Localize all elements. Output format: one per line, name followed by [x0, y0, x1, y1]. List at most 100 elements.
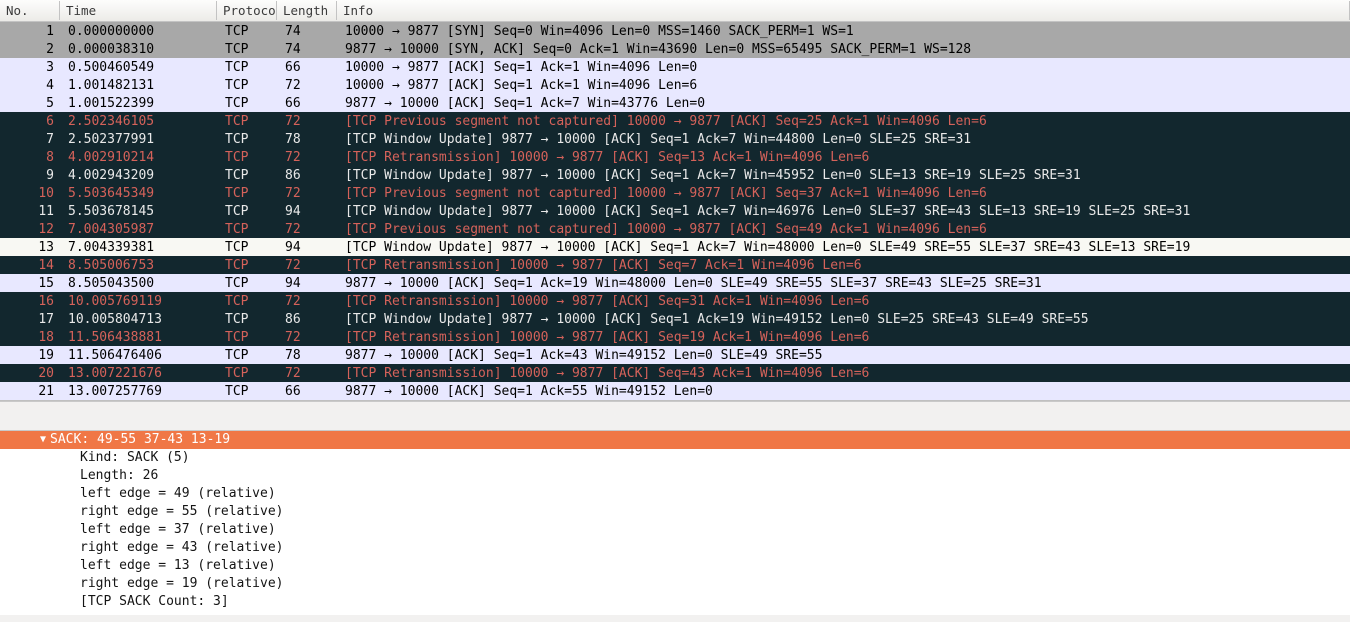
cell-no: 16: [2, 294, 62, 309]
cell-info: [TCP Window Update] 9877 → 10000 [ACK] S…: [339, 204, 1350, 219]
packet-row[interactable]: 1811.506438881TCP72[TCP Retransmission] …: [0, 328, 1350, 346]
cell-info: [TCP Window Update] 9877 → 10000 [ACK] S…: [339, 240, 1350, 255]
packet-row[interactable]: 30.500460549TCP6610000 → 9877 [ACK] Seq=…: [0, 58, 1350, 76]
detail-field[interactable]: left edge = 49 (relative): [0, 485, 1350, 503]
packet-row[interactable]: 158.505043500TCP949877 → 10000 [ACK] Seq…: [0, 274, 1350, 292]
cell-proto: TCP: [219, 204, 279, 219]
cell-time: 0.000038310: [62, 42, 219, 57]
cell-len: 72: [279, 150, 339, 165]
packet-row[interactable]: 105.503645349TCP72[TCP Previous segment …: [0, 184, 1350, 202]
packet-row[interactable]: 1911.506476406TCP789877 → 10000 [ACK] Se…: [0, 346, 1350, 364]
cell-time: 2.502377991: [62, 132, 219, 147]
cell-time: 11.506438881: [62, 330, 219, 345]
cell-no: 8: [2, 150, 62, 165]
packet-row[interactable]: 94.002943209TCP86[TCP Window Update] 987…: [0, 166, 1350, 184]
detail-field[interactable]: left edge = 37 (relative): [0, 521, 1350, 539]
cell-len: 72: [279, 222, 339, 237]
cell-time: 4.002943209: [62, 168, 219, 183]
packet-row[interactable]: 20.000038310TCP749877 → 10000 [SYN, ACK]…: [0, 40, 1350, 58]
cell-len: 74: [279, 42, 339, 57]
cell-proto: TCP: [219, 150, 279, 165]
detail-field[interactable]: right edge = 55 (relative): [0, 503, 1350, 521]
packet-row[interactable]: 115.503678145TCP94[TCP Window Update] 98…: [0, 202, 1350, 220]
detail-field[interactable]: [TCP SACK Count: 3]: [0, 593, 1350, 611]
cell-info: [TCP Previous segment not captured] 1000…: [339, 186, 1350, 201]
packet-row[interactable]: 127.004305987TCP72[TCP Previous segment …: [0, 220, 1350, 238]
cell-info: 9877 → 10000 [ACK] Seq=1 Ack=43 Win=4915…: [339, 348, 1350, 363]
cell-len: 94: [279, 276, 339, 291]
packet-row[interactable]: 1710.005804713TCP86[TCP Window Update] 9…: [0, 310, 1350, 328]
cell-len: 86: [279, 168, 339, 183]
cell-time: 1.001482131: [62, 78, 219, 93]
packet-row[interactable]: 2013.007221676TCP72[TCP Retransmission] …: [0, 364, 1350, 382]
detail-field[interactable]: Length: 26: [0, 467, 1350, 485]
cell-proto: TCP: [219, 132, 279, 147]
packet-row[interactable]: 148.505006753TCP72[TCP Retransmission] 1…: [0, 256, 1350, 274]
cell-proto: TCP: [219, 60, 279, 75]
packet-row[interactable]: 2113.007257769TCP669877 → 10000 [ACK] Se…: [0, 382, 1350, 400]
cell-len: 72: [279, 114, 339, 129]
packet-rows-container: 10.000000000TCP7410000 → 9877 [SYN] Seq=…: [0, 22, 1350, 400]
column-header-time[interactable]: Time: [60, 1, 217, 20]
packet-row[interactable]: 41.001482131TCP7210000 → 9877 [ACK] Seq=…: [0, 76, 1350, 94]
detail-lines-container: Kind: SACK (5)Length: 26left edge = 49 (…: [0, 449, 1350, 611]
cell-info: [TCP Window Update] 9877 → 10000 [ACK] S…: [339, 168, 1350, 183]
cell-proto: TCP: [219, 78, 279, 93]
cell-len: 78: [279, 348, 339, 363]
cell-info: [TCP Retransmission] 10000 → 9877 [ACK] …: [339, 150, 1350, 165]
cell-proto: TCP: [219, 312, 279, 327]
cell-time: 5.503678145: [62, 204, 219, 219]
cell-proto: TCP: [219, 96, 279, 111]
column-header-proto[interactable]: Protoco: [217, 1, 277, 20]
cell-len: 74: [279, 24, 339, 39]
cell-len: 72: [279, 78, 339, 93]
cell-no: 20: [2, 366, 62, 381]
column-header-length[interactable]: Length: [277, 1, 337, 20]
cell-info: [TCP Retransmission] 10000 → 9877 [ACK] …: [339, 366, 1350, 381]
cell-no: 9: [2, 168, 62, 183]
cell-time: 8.505043500: [62, 276, 219, 291]
cell-info: [TCP Retransmission] 10000 → 9877 [ACK] …: [339, 294, 1350, 309]
cell-proto: TCP: [219, 384, 279, 399]
column-header-no[interactable]: No.: [0, 1, 60, 20]
cell-info: 10000 → 9877 [ACK] Seq=1 Ack=1 Win=4096 …: [339, 60, 1350, 75]
cell-no: 2: [2, 42, 62, 57]
cell-len: 66: [279, 96, 339, 111]
cell-no: 17: [2, 312, 62, 327]
cell-proto: TCP: [219, 258, 279, 273]
pane-splitter[interactable]: [0, 401, 1350, 431]
packet-row[interactable]: 1610.005769119TCP72[TCP Retransmission] …: [0, 292, 1350, 310]
detail-field[interactable]: right edge = 43 (relative): [0, 539, 1350, 557]
cell-time: 0.500460549: [62, 60, 219, 75]
cell-time: 7.004339381: [62, 240, 219, 255]
cell-time: 5.503645349: [62, 186, 219, 201]
packet-row[interactable]: 10.000000000TCP7410000 → 9877 [SYN] Seq=…: [0, 22, 1350, 40]
cell-no: 6: [2, 114, 62, 129]
cell-len: 72: [279, 294, 339, 309]
cell-info: 9877 → 10000 [ACK] Seq=1 Ack=19 Win=4800…: [339, 276, 1350, 291]
packet-row[interactable]: 62.502346105TCP72[TCP Previous segment n…: [0, 112, 1350, 130]
cell-no: 19: [2, 348, 62, 363]
packet-row[interactable]: 72.502377991TCP78[TCP Window Update] 987…: [0, 130, 1350, 148]
cell-proto: TCP: [219, 276, 279, 291]
detail-field[interactable]: right edge = 19 (relative): [0, 575, 1350, 593]
cell-len: 66: [279, 384, 339, 399]
detail-field[interactable]: left edge = 13 (relative): [0, 557, 1350, 575]
cell-proto: TCP: [219, 366, 279, 381]
packet-row[interactable]: 51.001522399TCP669877 → 10000 [ACK] Seq=…: [0, 94, 1350, 112]
packet-row[interactable]: 137.004339381TCP94[TCP Window Update] 98…: [0, 238, 1350, 256]
cell-len: 72: [279, 258, 339, 273]
detail-node-sack[interactable]: ▼ SACK: 49-55 37-43 13-19: [0, 431, 1350, 449]
cell-len: 72: [279, 366, 339, 381]
detail-field[interactable]: Kind: SACK (5): [0, 449, 1350, 467]
cell-proto: TCP: [219, 114, 279, 129]
cell-time: 10.005804713: [62, 312, 219, 327]
detail-node-label: SACK: 49-55 37-43 13-19: [50, 431, 230, 449]
cell-no: 12: [2, 222, 62, 237]
cell-time: 13.007221676: [62, 366, 219, 381]
cell-time: 0.000000000: [62, 24, 219, 39]
column-header-info[interactable]: Info: [337, 1, 1350, 20]
cell-proto: TCP: [219, 168, 279, 183]
cell-time: 7.004305987: [62, 222, 219, 237]
packet-row[interactable]: 84.002910214TCP72[TCP Retransmission] 10…: [0, 148, 1350, 166]
